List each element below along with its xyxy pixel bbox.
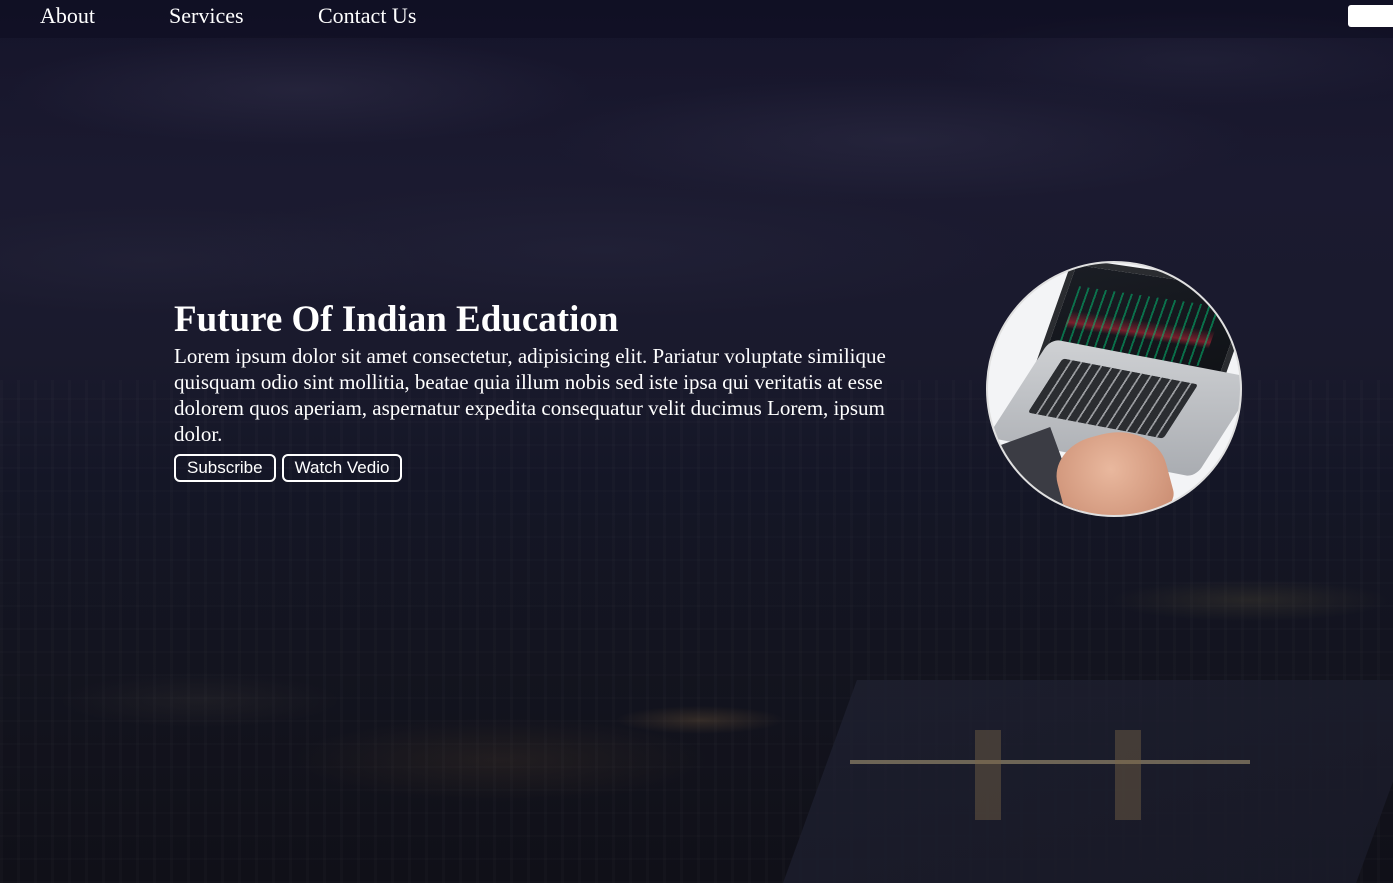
nav-link-services[interactable]: Services <box>169 3 244 29</box>
subscribe-button[interactable]: Subscribe <box>174 454 276 482</box>
nav-link-contact[interactable]: Contact Us <box>318 3 416 29</box>
bridge-tower-left <box>975 730 1001 820</box>
hero-buttons: Subscribe Watch Vedio <box>174 454 894 482</box>
bridge-tower-right <box>1115 730 1141 820</box>
page: About Services Contact Us Future Of Indi… <box>0 0 1393 883</box>
hero-section: Future Of Indian Education Lorem ipsum d… <box>174 297 894 482</box>
background-river <box>783 680 1393 883</box>
hero-title: Future Of Indian Education <box>174 299 619 340</box>
hero-laptop-image <box>986 261 1242 517</box>
nav-menu-button[interactable] <box>1348 5 1393 27</box>
hero-description: Lorem ipsum dolor sit amet consectetur, … <box>174 344 886 446</box>
nav-link-about[interactable]: About <box>40 3 95 29</box>
top-nav: About Services Contact Us <box>0 0 1393 38</box>
watch-video-button[interactable]: Watch Vedio <box>281 454 403 482</box>
background-bridge <box>850 760 1250 764</box>
